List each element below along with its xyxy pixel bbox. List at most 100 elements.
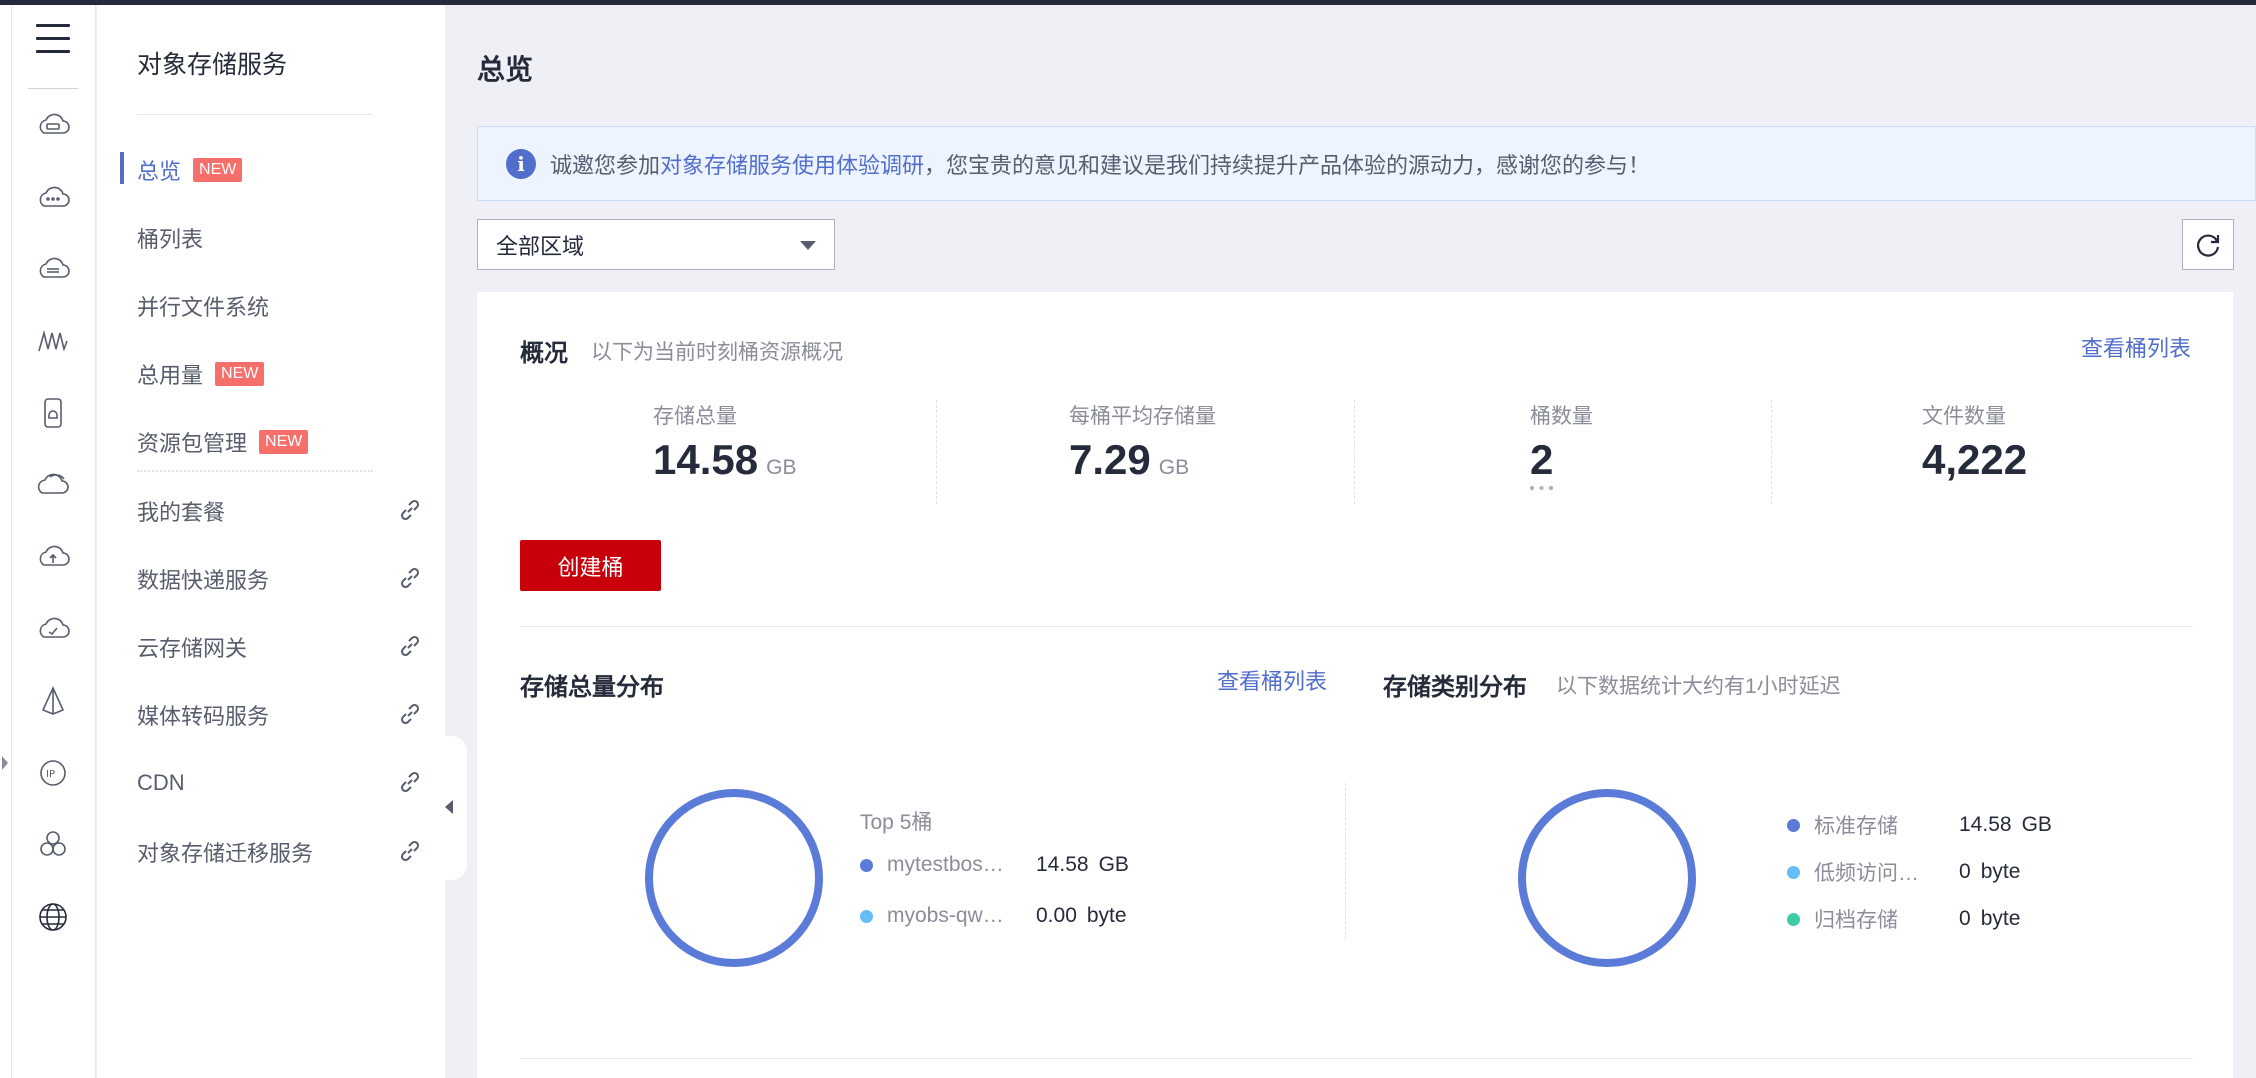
rail-edge xyxy=(0,5,12,1078)
survey-link[interactable]: 对象存储服务使用体验调研 xyxy=(660,148,924,180)
legend-dot xyxy=(1787,865,1800,879)
stat-avg-storage: 每桶平均存储量 7.29 GB xyxy=(1069,400,1487,504)
stat-value: 4,222 xyxy=(1922,436,2028,483)
caret-down-icon xyxy=(800,241,816,250)
nav-item-total-usage[interactable]: 总用量 NEW xyxy=(97,352,445,396)
nav-item-data-express[interactable]: 数据快递服务 xyxy=(97,557,445,601)
info-icon: i xyxy=(506,148,536,179)
legend-item: 标准存储 14.58 GB xyxy=(1787,810,2052,840)
region-select-value: 全部区域 xyxy=(496,233,585,259)
nav-item-media-transcoding[interactable]: 媒体转码服务 xyxy=(97,693,445,737)
nav-item-resource-packages[interactable]: 资源包管理 NEW xyxy=(97,420,445,464)
external-link-icon xyxy=(400,703,420,725)
legend-name[interactable]: mytestbos… xyxy=(887,853,1032,877)
stat-file-count: 文件数量 4,222 xyxy=(1922,400,2256,504)
stat-total-storage: 存储总量 14.58 GB xyxy=(653,400,1071,504)
hamburger-menu-icon[interactable] xyxy=(36,24,70,58)
section-divider-bottom xyxy=(520,1058,2193,1059)
stat-divider xyxy=(1354,400,1355,504)
legend-value: 14.58 xyxy=(1959,813,2012,836)
cloud-upload-icon[interactable] xyxy=(32,536,74,578)
stat-value: 14.58 xyxy=(653,436,759,483)
nav-item-overview[interactable]: 总览 NEW xyxy=(97,148,445,192)
nav-item-storage-gateway[interactable]: 云存储网关 xyxy=(97,625,445,669)
nav-item-label: 资源包管理 xyxy=(137,431,248,456)
stat-divider xyxy=(1771,400,1772,504)
stat-unit: GB xyxy=(1158,456,1190,479)
view-bucket-list-link[interactable]: 查看桶列表 xyxy=(2081,331,2191,363)
waveform-icon[interactable] xyxy=(32,320,74,362)
storage-dist-title: 存储总量分布 xyxy=(520,674,664,701)
legend-unit: GB xyxy=(2021,813,2052,836)
nav-item-my-plans[interactable]: 我的套餐 xyxy=(97,489,445,533)
view-bucket-list-link-2[interactable]: 查看桶列表 xyxy=(1217,664,1327,696)
legend-item: mytestbos… 14.58 GB xyxy=(860,853,1129,877)
new-badge: NEW xyxy=(193,158,243,182)
legend-unit: byte xyxy=(1980,907,2021,930)
legend-item: 低频访问… 0 byte xyxy=(1787,857,2020,887)
legend-name: 低频访问… xyxy=(1814,862,1919,885)
nav-item-label: 桶列表 xyxy=(137,227,204,252)
cloud-storage-icon[interactable] xyxy=(32,248,74,290)
stat-label: 桶数量 xyxy=(1530,405,1593,428)
stat-label: 每桶平均存储量 xyxy=(1069,405,1216,428)
cluster-icon[interactable] xyxy=(32,824,74,866)
nav-item-label: 云存储网关 xyxy=(137,636,248,661)
cloud-server-icon[interactable] xyxy=(32,104,74,146)
external-link-icon xyxy=(400,567,420,589)
legend-value: 14.58 xyxy=(1036,853,1089,876)
mobile-device-icon[interactable] xyxy=(32,392,74,434)
cloud-sync-icon[interactable] xyxy=(32,464,74,506)
survey-notice: i 诚邀您参加 对象存储服务使用体验调研 ，您宝贵的意见和建议是我们持续提升产品体验… xyxy=(477,126,2256,201)
external-link-icon xyxy=(400,840,420,862)
overview-subtitle: 以下为当前时刻桶资源概况 xyxy=(591,341,843,364)
nav-item-label: 我的套餐 xyxy=(137,500,226,525)
external-link-icon xyxy=(400,499,420,521)
collapse-sidebar-button[interactable] xyxy=(435,736,467,880)
sub-navigation: 对象存储服务 总览 NEW 桶列表 并行文件系统 总用量 NEW 资源包管理 N… xyxy=(97,5,445,1078)
region-select[interactable]: 全部区域 xyxy=(477,219,835,270)
legend-name[interactable]: myobs-qw… xyxy=(887,904,1032,928)
stat-unit: GB xyxy=(766,456,797,479)
cloud-chat-icon[interactable] xyxy=(32,176,74,218)
nav-item-parallel-fs[interactable]: 并行文件系统 xyxy=(97,284,445,328)
legend-dot xyxy=(1787,912,1800,926)
class-dist-title: 存储类别分布 xyxy=(1383,674,1527,701)
refresh-icon xyxy=(2197,233,2220,257)
ip-icon[interactable]: IP xyxy=(32,752,74,794)
legend-value: 0 xyxy=(1959,860,1971,883)
nav-item-migration-service[interactable]: 对象存储迁移服务 xyxy=(97,830,445,874)
legend-dot xyxy=(860,909,873,923)
nav-item-bucket-list[interactable]: 桶列表 xyxy=(97,216,445,260)
subnav-dotted-divider xyxy=(137,470,373,472)
stat-bucket-count: 桶数量 2 xyxy=(1530,400,1948,504)
storage-dist-donut xyxy=(645,789,823,967)
service-title: 对象存储服务 xyxy=(137,51,288,79)
legend-dot xyxy=(860,858,873,872)
top5-label: Top 5桶 xyxy=(860,811,933,834)
external-link-icon xyxy=(400,635,420,657)
globe-web-icon[interactable] xyxy=(32,896,74,938)
legend-item: myobs-qw… 0.00 byte xyxy=(860,904,1127,928)
nav-item-cdn[interactable]: CDN xyxy=(97,761,445,805)
svg-text:IP: IP xyxy=(46,769,55,780)
section-vertical-divider xyxy=(1345,783,1346,939)
legend-dot xyxy=(1787,818,1800,832)
legend-item: 归档存储 0 byte xyxy=(1787,904,2020,934)
legend-unit: GB xyxy=(1098,853,1129,876)
nav-item-label: 媒体转码服务 xyxy=(137,704,270,729)
legend-name: 标准存储 xyxy=(1814,815,1898,838)
class-dist-donut xyxy=(1518,789,1696,967)
legend-unit: byte xyxy=(1086,904,1127,927)
refresh-button[interactable] xyxy=(2182,219,2234,270)
section-divider xyxy=(520,626,2193,627)
class-dist-subtitle: 以下数据统计大约有1小时延迟 xyxy=(1556,675,1841,698)
cloud-check-icon[interactable] xyxy=(32,608,74,650)
stat-label: 文件数量 xyxy=(1922,405,2006,428)
stat-value[interactable]: 2 xyxy=(1530,436,1553,483)
pyramid-icon[interactable] xyxy=(32,680,74,722)
create-bucket-button[interactable]: 创建桶 xyxy=(520,540,661,591)
stat-divider xyxy=(936,400,937,504)
nav-item-label: 数据快递服务 xyxy=(137,568,270,593)
rail-expand-handle[interactable] xyxy=(2,756,8,770)
